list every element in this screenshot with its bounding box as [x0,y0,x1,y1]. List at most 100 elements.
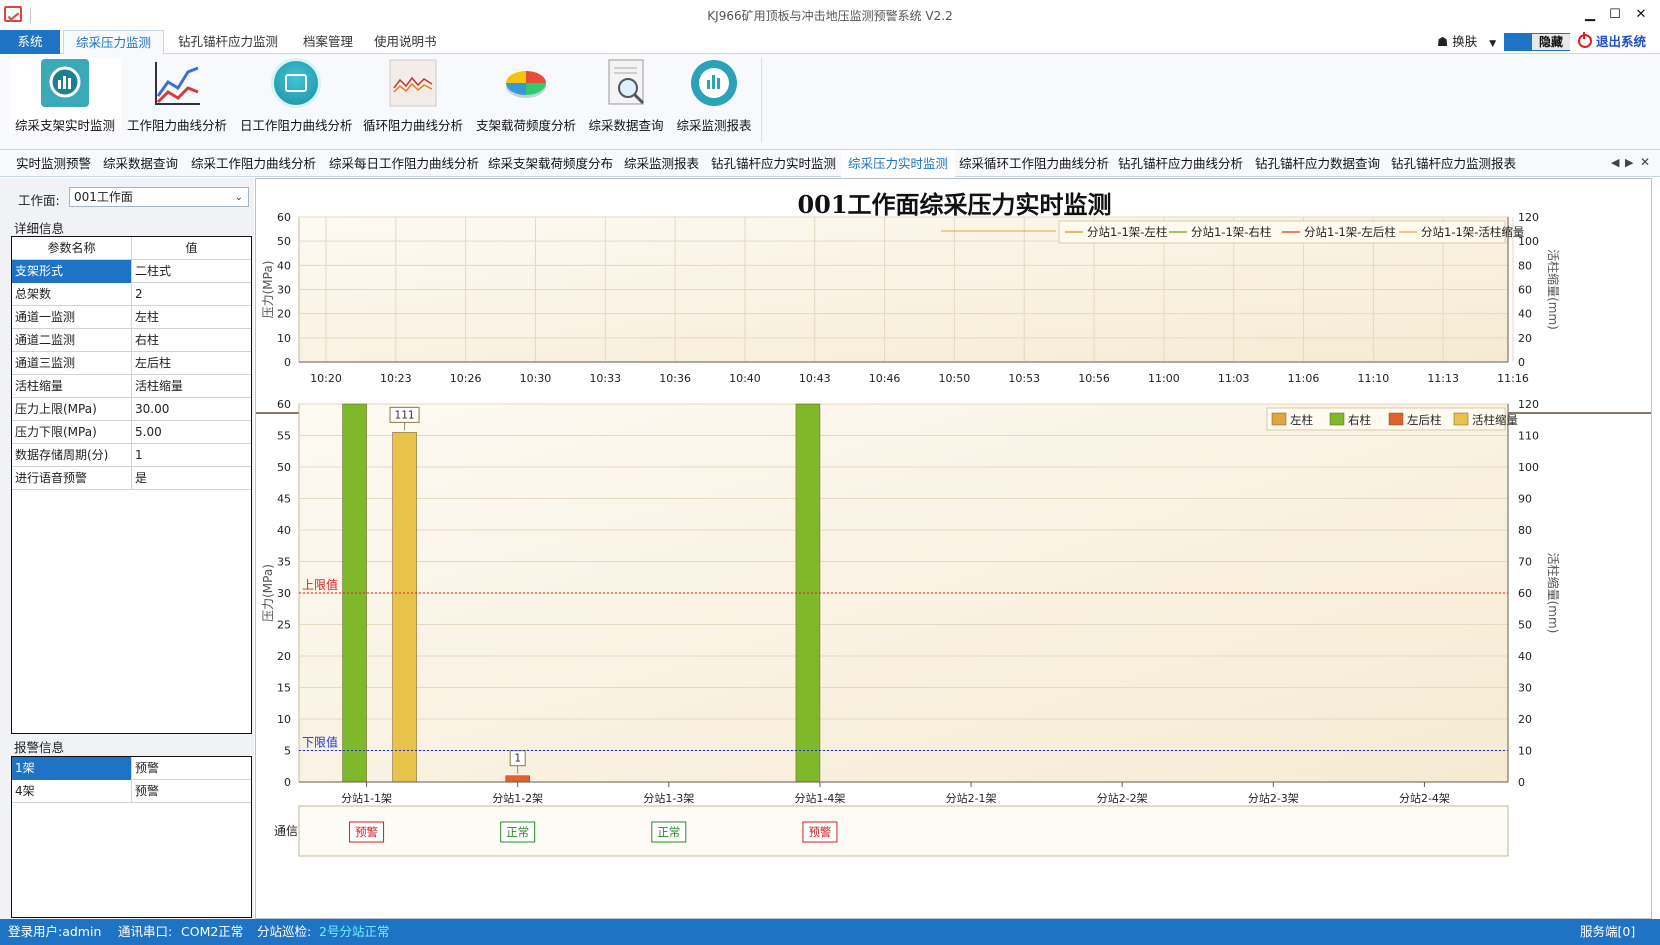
doc-tab[interactable]: 综采工作阻力曲线分析 [184,150,323,177]
status-patrol-value: 2号分站正常 [319,924,390,939]
table-row[interactable]: 1架 预警 [12,757,251,780]
x-tick-label: 分站2-1架 [946,791,997,805]
row-key: 4架 [12,780,132,803]
y-axis-title: 压力(MPa) [261,261,275,319]
daily-curve-icon [271,58,321,108]
y2-tick-label: 60 [1518,284,1532,297]
doc-tab[interactable]: 综采数据查询 [96,150,185,177]
status-user: 登录用户:admin [8,924,102,939]
x-tick-label: 10:50 [939,372,971,385]
table-row[interactable]: 进行语音预警是 [12,467,251,490]
tab-scroll-right-icon[interactable]: ▶ [1625,156,1633,169]
table-row[interactable]: 活柱缩量 活柱缩量 [12,375,251,398]
table-row[interactable]: 压力上限(MPa) 30.00 [12,398,251,421]
skin-switcher[interactable]: ☗ 换肤 ▼ [1437,30,1496,54]
y2-tick-label: 20 [1518,332,1532,345]
table-row[interactable]: 4架 预警 [12,780,251,803]
workface-select[interactable]: 001工作面 ⌄ [69,187,249,207]
detail-info-title: 详细信息 [14,221,65,236]
x-tick-label: 分站2-2架 [1097,791,1148,805]
x-tick-label: 分站1-3架 [643,791,694,805]
exit-button[interactable]: 退出系统 [1578,30,1646,54]
menu-tab-fully-mechanized-pressure[interactable]: 综采压力监测 [63,30,165,55]
menu-tab-archive[interactable]: 档案管理 [291,30,365,54]
legend-label: 左柱 [1290,413,1313,427]
x-tick-label: 分站1-4架 [794,791,845,805]
row-value: 左后柱 [135,356,172,370]
legend-label: 左后柱 [1407,413,1442,427]
doc-tab[interactable]: 综采监测报表 [617,150,706,177]
x-tick-label: 10:33 [589,372,621,385]
y-tick-label: 60 [277,211,291,224]
realtime-monitor-icon [40,58,90,108]
table-row[interactable]: 压力下限(MPa) 5.00 [12,421,251,444]
y-tick-label: 20 [277,650,291,663]
hide-button-label: 隐藏 [1532,34,1570,50]
y2-tick-label: 60 [1518,587,1532,600]
table-row[interactable]: 总架数 2 [12,283,251,306]
ribbon-btn-load-frequency[interactable]: 支架载荷频度分析 [474,58,578,134]
y-tick-label: 55 [277,430,291,443]
reference-line-label: 上限值 [302,577,338,592]
table-row[interactable]: 通道二监测 右柱 [12,329,251,352]
ribbon-btn-resistance-curve[interactable]: 工作阻力曲线分析 [127,58,227,134]
alarm-info-title: 报警信息 [14,740,65,755]
table-row[interactable]: 支架形式 二柱式 [12,260,251,283]
menu-tab-system[interactable]: 系统 [0,30,60,54]
ribbon-btn-label: 综采数据查询 [588,118,664,133]
y-tick-label: 25 [277,619,291,632]
y2-axis-title: 活柱缩量(mm) [1546,249,1561,330]
doc-tab[interactable]: 钻孔锚杆应力曲线分析 [1111,150,1250,177]
hide-button[interactable]: 隐藏 [1504,33,1570,51]
exit-label: 退出系统 [1596,34,1647,49]
table-row[interactable]: 数据存储周期(分) 1 [12,444,251,467]
x-tick-label: 10:56 [1078,372,1110,385]
legend-swatch [1453,412,1469,426]
y2-axis-title: 活柱缩量(mm) [1546,553,1561,634]
ribbon-btn-daily-resistance[interactable]: 日工作阻力曲线分析 [240,58,353,134]
app-window: KJ966矿用顶板与冲击地压监测预警系统 V2.2 ▁ ☐ ✕ 系统 综采压力监… [0,0,1660,945]
y2-tick-label: 20 [1518,713,1532,726]
maximize-icon[interactable]: ☐ [1605,6,1625,24]
ribbon-btn-monitor-report[interactable]: 综采监测报表 [673,58,755,134]
status-patrol-label: 分站巡检: [257,924,312,939]
workface-label: 工作面: [18,193,60,208]
ribbon-btn-data-query[interactable]: 综采数据查询 [586,58,666,134]
doc-tab[interactable]: 实时监测预警 [9,150,98,177]
doc-tab[interactable]: 综采循环工作阻力曲线分析 [952,150,1116,177]
report-icon [689,58,739,108]
tab-close-icon[interactable]: ✕ [1640,155,1650,169]
tab-scroll-left-icon[interactable]: ◀ [1611,156,1619,169]
minimize-icon[interactable]: ▁ [1580,6,1600,24]
column-header: 值 [185,241,198,255]
row-value: 30.00 [135,402,170,416]
row-key: 通道三监测 [12,352,132,375]
close-icon[interactable]: ✕ [1631,6,1651,24]
table-row[interactable]: 通道一监测 左柱 [12,306,251,329]
row-key: 进行语音预警 [12,467,132,490]
doc-tab[interactable]: 综采支架载荷频度分布 [481,150,620,177]
doc-tab-active[interactable]: 综采压力实时监测 [841,150,956,177]
comm-label: 通信 [274,824,298,838]
legend-label: 分站1-1架-左柱 [1087,225,1168,239]
data-label: 1 [514,753,521,765]
ribbon-btn-label: 支架载荷频度分析 [475,118,576,133]
ribbon-btn-cycle-resistance[interactable]: 循环阻力曲线分析 [363,58,463,134]
menu-tab-borehole-anchor-stress[interactable]: 钻孔锚杆应力监测 [166,30,290,54]
ribbon-btn-support-realtime[interactable]: 综采支架实时监测 [9,58,121,134]
x-tick-label: 10:30 [520,372,552,385]
y-axis-title: 压力(MPa) [261,564,275,622]
chevron-down-icon: ⌄ [234,192,243,203]
doc-tab[interactable]: 钻孔锚杆应力实时监测 [704,150,843,177]
doc-tab[interactable]: 综采每日工作阻力曲线分析 [322,150,486,177]
table-row[interactable]: 通道三监测 左后柱 [12,352,251,375]
x-tick-label: 10:40 [729,372,761,385]
menu-tab-manual[interactable]: 使用说明书 [362,30,449,54]
x-tick-label: 11:00 [1148,372,1180,385]
status-server: 服务端[0] [1580,924,1636,939]
chart-legend: 左柱 右柱 左后柱 活柱缩量 [1266,407,1518,431]
doc-tab[interactable]: 钻孔锚杆应力数据查询 [1248,150,1387,177]
y2-tick-label: 90 [1518,493,1532,506]
doc-tab[interactable]: 钻孔锚杆应力监测报表 [1384,150,1523,177]
y-tick-label: 10 [277,332,291,345]
